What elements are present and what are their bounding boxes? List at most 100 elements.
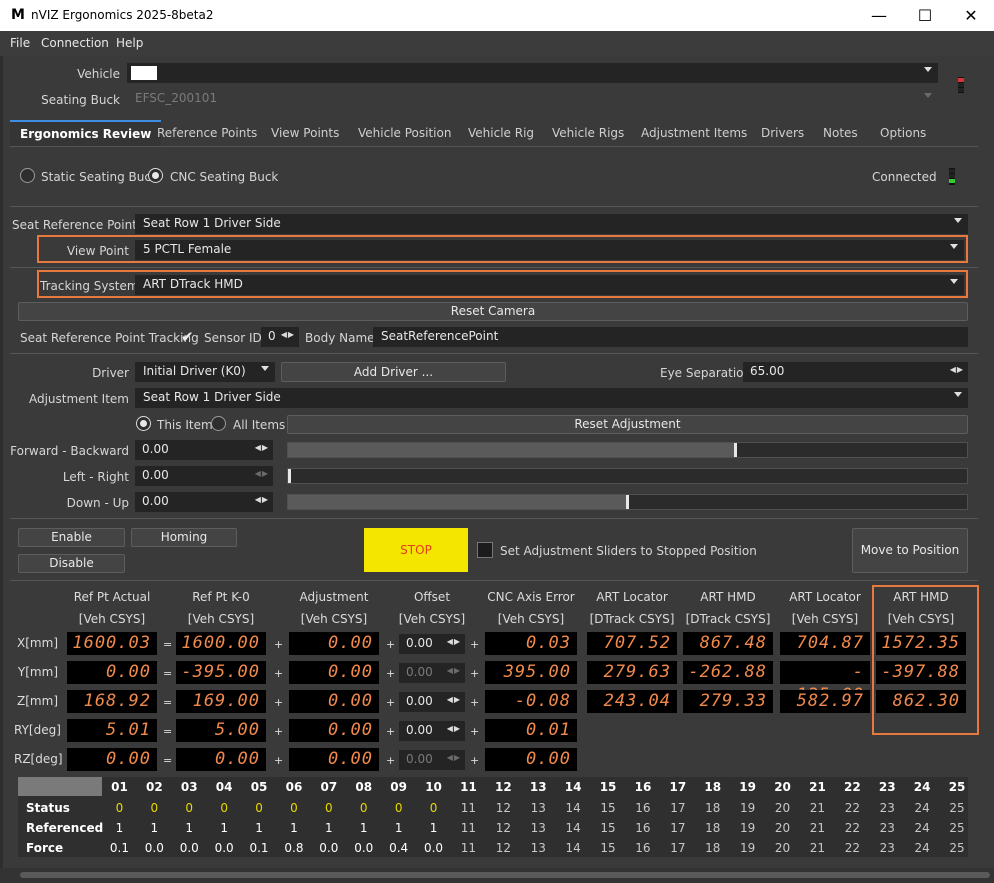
grid-column-header: 04 (215, 780, 233, 794)
tab-adjustment-items[interactable]: Adjustment Items (641, 120, 747, 146)
grid-cell: 23 (879, 841, 895, 855)
adjustment-item-select[interactable]: Seat Row 1 Driver Side (135, 388, 968, 408)
art-hmd-highlight (872, 585, 979, 735)
grid-column-header: 12 (494, 780, 512, 794)
tab-ergonomics-review[interactable]: Ergonomics Review (10, 120, 162, 146)
menu-file[interactable]: File (10, 36, 30, 50)
chevron-down-icon (261, 366, 269, 371)
column-header: [DTrack CSYS] (685, 612, 771, 626)
driver-select[interactable]: Initial Driver (K0) (135, 362, 275, 382)
column-header: CNC Axis Error (487, 590, 575, 604)
grid-cell: 1 (185, 821, 194, 835)
operator-symbol: + (274, 725, 284, 738)
grid-cell: 12 (495, 821, 511, 835)
tab-options[interactable]: Options (880, 120, 926, 146)
tab-reference-points[interactable]: Reference Points (157, 120, 257, 146)
grid-cell: 1 (359, 821, 368, 835)
grid-cell: 0 (255, 801, 263, 815)
slider-handle[interactable] (734, 443, 738, 457)
maximize-button[interactable]: ☐ (902, 0, 948, 31)
grid-cell: 0 (220, 801, 228, 815)
stop-button[interactable]: STOP (364, 528, 468, 572)
chevron-down-icon (950, 279, 958, 284)
readout-loc_d: 279.63 (587, 661, 677, 684)
srp-tracking-checkbox[interactable]: ✔ (181, 329, 197, 345)
grid-cell: 24 (914, 821, 930, 835)
homing-button[interactable]: Homing (131, 528, 237, 547)
grid-cell: 0.1 (249, 841, 269, 855)
slider-handle[interactable] (288, 469, 291, 483)
tab-notes[interactable]: Notes (823, 120, 858, 146)
eye-separation-spinner[interactable]: 65.00 ◀▶ (743, 362, 968, 382)
readout-actual: 0.00 (67, 661, 157, 684)
offset-spinner[interactable]: 0.00 ◀▶ (399, 692, 465, 712)
menu-help[interactable]: Help (116, 36, 143, 50)
tab-vehicle-position[interactable]: Vehicle Position (358, 120, 451, 146)
static-buck-radio[interactable] (20, 168, 35, 183)
minimize-button[interactable]: — (856, 0, 902, 31)
down-up-slider[interactable] (287, 494, 968, 510)
this-item-label: This Item (157, 418, 213, 432)
horizontal-scrollbar[interactable] (20, 872, 990, 878)
column-header: [Veh CSYS] (78, 612, 146, 626)
all-items-radio[interactable] (211, 416, 226, 431)
view-point-select[interactable]: 5 PCTL Female (135, 240, 964, 260)
forward-backward-spinner[interactable]: 0.00 ◀▶ (135, 440, 273, 460)
stopped-position-checkbox[interactable] (477, 542, 493, 558)
column-header: [Veh CSYS] (791, 612, 859, 626)
body-name-input[interactable]: SeatReferencePoint (373, 327, 968, 347)
left-right-slider[interactable] (287, 468, 968, 484)
driver-label: Driver (92, 366, 129, 380)
move-to-position-button[interactable]: Move to Position (852, 528, 968, 573)
grid-cell: 0.0 (144, 841, 164, 855)
grid-cell: 1 (429, 821, 438, 835)
slider-fill (288, 495, 628, 509)
menu-connection[interactable]: Connection (41, 36, 109, 50)
operator-symbol: = (163, 696, 173, 709)
down-up-spinner[interactable]: 0.00 ◀▶ (135, 492, 273, 512)
left-right-spinner[interactable]: 0.00 ◀▶ (135, 466, 273, 486)
tab-view-points[interactable]: View Points (271, 120, 339, 146)
tab-vehicle-rigs[interactable]: Vehicle Rigs (552, 120, 624, 146)
grid-cell: 0 (115, 801, 124, 815)
enable-button[interactable]: Enable (18, 528, 125, 547)
offset-spinner[interactable]: 0.00 ◀▶ (399, 634, 465, 654)
vehicle-select[interactable] (127, 63, 938, 83)
reset-camera-button[interactable]: Reset Camera (18, 302, 968, 321)
disable-button[interactable]: Disable (18, 554, 125, 573)
tab-divider (10, 146, 978, 147)
grid-cell: 0.0 (354, 841, 374, 855)
grid-cell: 12 (495, 841, 511, 855)
grid-cell: 18 (705, 801, 721, 815)
forward-backward-label: Forward - Backward (10, 444, 129, 458)
grid-cell: 0.0 (214, 841, 234, 855)
this-item-radio[interactable] (136, 416, 151, 431)
readout-adj: 0.00 (289, 632, 379, 655)
srp-select[interactable]: Seat Row 1 Driver Side (135, 214, 968, 234)
cnc-buck-label: CNC Seating Buck (170, 170, 279, 184)
offset-spinner[interactable]: 0.00 ◀▶ (399, 721, 465, 741)
grid-cell: 23 (879, 801, 895, 815)
slider-handle[interactable] (625, 495, 629, 509)
grid-corner (18, 777, 102, 796)
operator-symbol: + (470, 754, 480, 767)
grid-cell: 0.0 (319, 841, 339, 855)
tracking-select[interactable]: ART DTrack HMD (135, 275, 964, 295)
readout-adj: 0.00 (289, 719, 379, 742)
left-edge (0, 56, 3, 868)
cnc-buck-radio[interactable] (148, 168, 163, 183)
operator-symbol: + (274, 667, 284, 680)
sensor-id-spinner[interactable]: 0 ◀▶ (261, 327, 299, 347)
forward-backward-slider[interactable] (287, 442, 968, 458)
close-button[interactable]: ✕ (948, 0, 994, 31)
reset-adjustment-button[interactable]: Reset Adjustment (287, 415, 968, 434)
column-header: Offset (413, 590, 451, 604)
tab-drivers[interactable]: Drivers (761, 120, 804, 146)
title-bar: M nVIZ Ergonomics 2025-8beta2 — ☐ ✕ (0, 0, 994, 31)
add-driver-button[interactable]: Add Driver ... (281, 362, 506, 382)
tab-vehicle-rig[interactable]: Vehicle Rig (468, 120, 534, 146)
row-label: Z[mm] (17, 694, 58, 708)
readout-actual: 168.92 (67, 690, 157, 713)
row-label: X[mm] (17, 636, 58, 650)
readout-err: 0.03 (485, 632, 577, 655)
